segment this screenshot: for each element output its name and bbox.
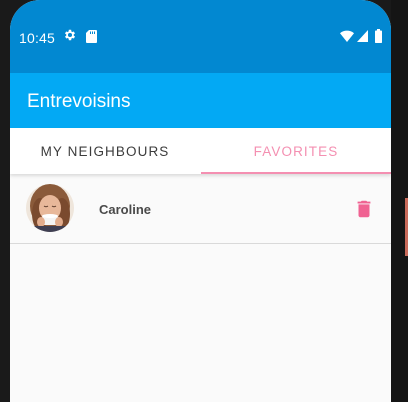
tab-bar: MY NEIGHBOURS FAVORITES [10, 128, 391, 174]
app-title: Entrevoisins [27, 91, 131, 112]
trash-icon[interactable] [353, 198, 375, 220]
avatar[interactable] [26, 184, 74, 232]
list-item[interactable]: Caroline [10, 174, 391, 244]
tab-my-neighbours[interactable]: MY NEIGHBOURS [10, 128, 200, 174]
tab-favorites-label: FAVORITES [253, 143, 339, 159]
favorites-list: Caroline [10, 174, 391, 244]
gear-icon [64, 29, 76, 41]
wifi-icon [340, 30, 354, 42]
tab-favorites[interactable]: FAVORITES [201, 128, 391, 174]
avatar-photo [26, 184, 74, 232]
sd-card-icon [86, 30, 97, 43]
app-bar: Entrevoisins [10, 73, 391, 128]
status-bar: 10:45 [10, 0, 391, 73]
neighbour-name: Caroline [99, 202, 152, 217]
phone-screen: 10:45 Entrevoisins MY NEIGHBOURS FAVORIT… [10, 0, 391, 402]
status-time: 10:45 [19, 30, 56, 46]
tab-my-neighbours-label: MY NEIGHBOURS [40, 143, 170, 159]
battery-icon [375, 29, 382, 43]
signal-icon [357, 30, 368, 42]
